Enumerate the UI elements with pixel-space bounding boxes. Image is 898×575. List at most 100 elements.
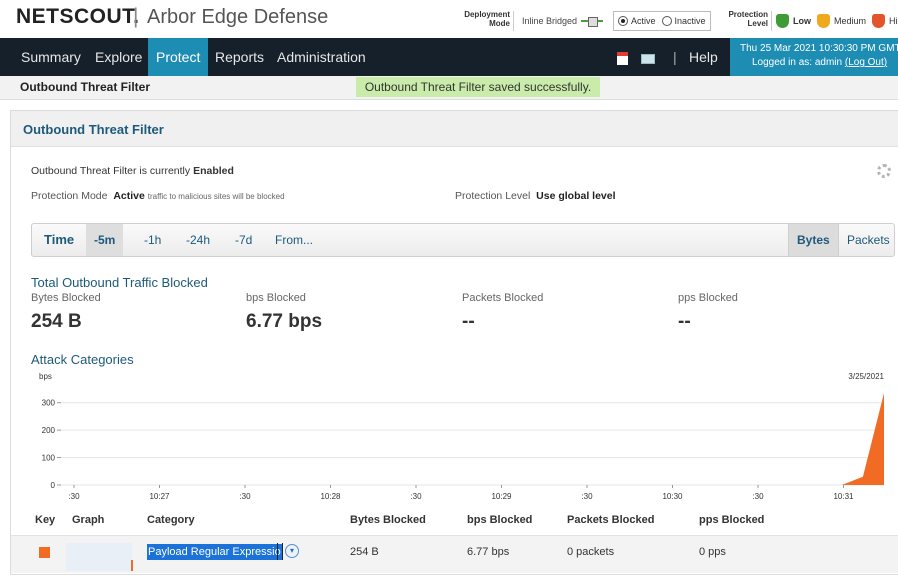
level-medium-label[interactable]: Medium (834, 16, 866, 26)
attack-categories-title: Attack Categories (31, 352, 134, 367)
logged-in-user: Logged in as: admin (752, 57, 843, 68)
total-blocked-title: Total Outbound Traffic Blocked (31, 275, 208, 290)
series-key-swatch (39, 547, 50, 558)
range-24h[interactable]: -24h (178, 224, 218, 256)
inline-bridge-icon (581, 16, 604, 27)
logo-separator: | (133, 5, 139, 28)
brand-header: NETSCOUT. | Arbor Edge Defense Deploymen… (0, 0, 898, 38)
y-tick-label: 200 (42, 426, 56, 435)
pdf-icon[interactable] (617, 52, 628, 65)
protection-level: Protection Level Use global level (455, 190, 616, 202)
y-tick-label: 300 (42, 399, 56, 408)
range-7d[interactable]: -7d (227, 224, 260, 256)
page-title: Outbound Threat Filter (20, 80, 150, 94)
product-name: Arbor Edge Defense (147, 6, 329, 28)
deployment-mode-label: Deployment Mode (464, 10, 510, 28)
range-1h[interactable]: -1h (136, 224, 169, 256)
row-bytes-blocked: 254 B (350, 546, 379, 558)
nav-protect[interactable]: Protect (148, 38, 209, 76)
bytes-blocked-value: 254 B (31, 311, 82, 332)
col-category[interactable]: Category (147, 514, 195, 526)
nav-separator: | (673, 49, 677, 65)
logout-link[interactable]: (Log Out) (845, 57, 887, 68)
filter-status-value: Enabled (193, 165, 234, 177)
col-packets-blocked[interactable]: Packets Blocked (567, 514, 654, 526)
pps-blocked-value: -- (678, 311, 691, 332)
nav-reports[interactable]: Reports (207, 38, 272, 76)
bytes-blocked-label: Bytes Blocked (31, 292, 101, 304)
x-tick-label: :30 (581, 492, 593, 501)
gear-icon[interactable] (877, 164, 891, 178)
x-tick-label: 10:28 (320, 492, 341, 501)
time-range-toolbar: Time -5m -1h -24h -7d From... Bytes Pack… (31, 223, 895, 257)
row-packets-blocked: 0 packets (567, 546, 615, 558)
level-high-label[interactable]: Hig (889, 16, 898, 26)
panel-header: Outbound Threat Filter (11, 111, 898, 147)
shield-medium-icon[interactable] (817, 14, 830, 28)
inactive-radio[interactable] (661, 16, 672, 26)
panel-title: Outbound Threat Filter (23, 122, 164, 137)
x-tick-label: 10:27 (149, 492, 170, 501)
active-inactive-toggle[interactable]: Active Inactive (613, 11, 711, 31)
filter-status: Outbound Threat Filter is currently Enab… (31, 165, 234, 177)
active-radio-label: Active (631, 16, 656, 26)
text-cursor-icon (277, 543, 283, 560)
page-header: Outbound Threat Filter Outbound Threat F… (0, 76, 898, 100)
sparkline-spike (131, 560, 133, 571)
active-radio[interactable] (618, 16, 628, 26)
x-tick-label: 10:31 (833, 492, 854, 501)
protection-level-value: Use global level (536, 190, 616, 202)
attack-categories-chart: bps 3/25/2021 0 100 200 300:30 10:27:30 10:28:3… (39, 372, 885, 501)
email-icon[interactable] (641, 54, 655, 64)
col-bps-blocked[interactable]: bps Blocked (467, 514, 532, 526)
current-datetime: Thu 25 Mar 2021 10:30:30 PM GMT (740, 43, 898, 54)
shield-check-icon[interactable] (776, 14, 789, 28)
range-5m[interactable]: -5m (86, 224, 124, 256)
x-tick-label: 10:30 (662, 492, 683, 501)
protection-mode-note: traffic to malicious sites will be block… (147, 192, 285, 201)
unit-packets[interactable]: Packets (838, 224, 898, 256)
table-row (11, 535, 898, 573)
level-low-label[interactable]: Low (793, 16, 811, 26)
row-pps-blocked: 0 pps (699, 546, 726, 558)
shield-high-icon[interactable] (872, 14, 886, 28)
packets-blocked-label: Packets Blocked (462, 292, 544, 304)
outbound-threat-filter-panel: Outbound Threat Filter Outbound Threat F… (10, 110, 898, 575)
time-label: Time (44, 232, 75, 247)
pps-blocked-label: pps Blocked (678, 292, 738, 304)
inactive-radio-label: Inactive (674, 16, 706, 26)
deployment-mode-indicator: Inline Bridged (513, 11, 604, 31)
y-axis-label: bps (39, 372, 52, 381)
x-tick-label: :30 (239, 492, 251, 501)
protection-mode-value: Active (113, 190, 145, 202)
x-tick-label: 10:29 (491, 492, 512, 501)
col-bytes-blocked[interactable]: Bytes Blocked (350, 514, 426, 526)
success-message: Outbound Threat Filter saved successfull… (356, 77, 600, 97)
x-tick-label: :30 (68, 492, 80, 501)
netscout-logo: NETSCOUT. (16, 5, 140, 28)
y-tick-label: 0 (51, 481, 56, 490)
deployment-mode-value: Inline Bridged (522, 16, 578, 26)
chevron-down-icon[interactable]: ▾ (285, 544, 299, 558)
protection-level-label: Protection Level (728, 10, 768, 28)
col-pps-blocked[interactable]: pps Blocked (699, 514, 764, 526)
row-bps-blocked: 6.77 bps (467, 546, 510, 558)
x-tick-label: :30 (410, 492, 422, 501)
nav-administration[interactable]: Administration (269, 38, 374, 76)
category-name[interactable]: Payload Regular Expressio (147, 544, 282, 560)
col-graph: Graph (72, 514, 105, 526)
nav-explore[interactable]: Explore (87, 38, 150, 76)
range-from[interactable]: From... (267, 224, 321, 256)
nav-summary[interactable]: Summary (13, 38, 89, 76)
y-tick-label: 100 (42, 454, 56, 463)
protection-level-selector: Low Medium Hig (771, 11, 898, 31)
sparkline-graph (66, 543, 132, 571)
col-key: Key (35, 514, 56, 526)
x-tick-label: :30 (752, 492, 764, 501)
session-info: Thu 25 Mar 2021 10:30:30 PM GMT Logged i… (730, 38, 898, 76)
bps-blocked-value: 6.77 bps (246, 311, 323, 332)
bps-blocked-label: bps Blocked (246, 292, 306, 304)
unit-bytes[interactable]: Bytes (788, 224, 838, 256)
series-area (61, 393, 884, 485)
help-link[interactable]: Help (689, 38, 718, 76)
